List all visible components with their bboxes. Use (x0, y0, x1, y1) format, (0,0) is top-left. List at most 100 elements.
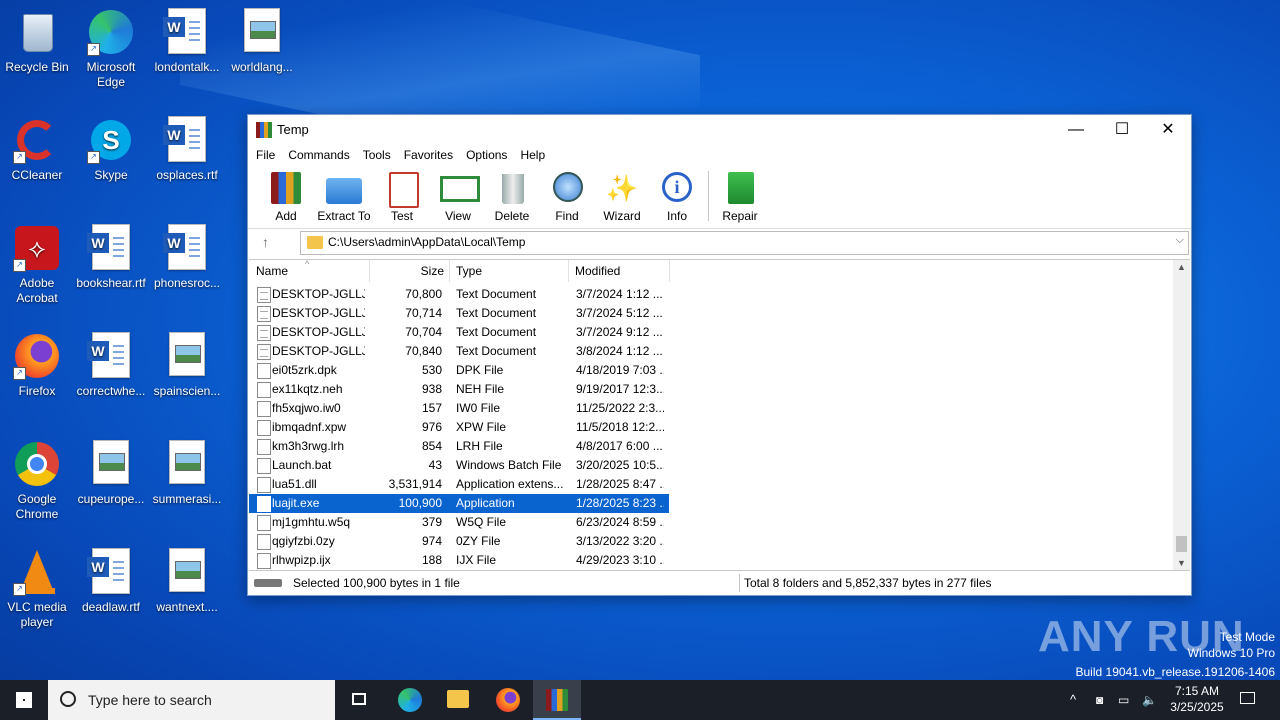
desktop-icon-cupeurope[interactable]: cupeurope... (74, 434, 148, 507)
desktop-icon-adobe-acrobat[interactable]: ⟡ ↗ Adobe Acrobat (0, 218, 74, 306)
table-row[interactable]: ex11kqtz.neh 938 NEH File 9/19/2017 12:3... (249, 380, 669, 399)
table-row[interactable]: DESKTOP-JGLLJ... 70,800 Text Document 3/7/2… (249, 285, 669, 304)
taskbar-winrar[interactable] (533, 680, 581, 720)
address-bar: ↑ C:\Users\admin\AppData\Local\Temp ⌵ (248, 228, 1191, 257)
desktop-icon-deadlaw[interactable]: W deadlaw.rtf (74, 542, 148, 615)
table-row[interactable]: km3h3rwg.lrh 854 LRH File 4/8/2017 6:00 ... (249, 437, 669, 456)
desktop-icon-vlc[interactable]: ↗ VLC media player (0, 542, 74, 630)
menu-help[interactable]: Help (515, 145, 550, 165)
cell-modified: 1/28/2025 8:47 ... (576, 477, 664, 491)
cell-size: 188 (421, 553, 442, 567)
table-row[interactable]: luajit.exe 100,900 Application 1/28/2025 8:… (249, 494, 669, 513)
menu-options[interactable]: Options (461, 145, 512, 165)
info-button[interactable]: i Info (658, 170, 696, 223)
image-file-icon (87, 440, 135, 488)
table-row[interactable]: fh5xqjwo.iw0 157 IW0 File 11/25/2022 2:3... (249, 399, 669, 418)
recycle-bin-icon (13, 8, 61, 56)
wizard-button[interactable]: ✨ Wizard (602, 170, 642, 223)
taskbar-file-explorer[interactable] (434, 680, 482, 720)
cell-name: DESKTOP-JGLLJ... (272, 344, 365, 358)
column-header-size[interactable]: Size (369, 260, 450, 282)
clock[interactable]: 7:15 AM 3/25/2025 (1166, 680, 1228, 720)
start-button[interactable] (0, 680, 48, 720)
table-row[interactable]: DESKTOP-JGLLJ... 70,714 Text Document 3/7/2… (249, 304, 669, 323)
add-button[interactable]: Add (266, 170, 306, 223)
close-button[interactable]: ✕ (1145, 115, 1191, 145)
taskbar-firefox[interactable] (484, 680, 532, 720)
cell-name: ei0t5zrk.dpk (272, 363, 337, 377)
column-header-name[interactable]: Name ^ (249, 260, 370, 282)
magic-wand-icon: ✨ (605, 173, 639, 203)
word-document-icon: W (87, 548, 135, 596)
up-arrow-icon[interactable]: ↑ (262, 234, 269, 250)
menu-favorites[interactable]: Favorites (399, 145, 458, 165)
security-icon[interactable]: ◙ (1096, 680, 1110, 720)
desktop-icon-microsoft-edge[interactable]: ↗ Microsoft Edge (74, 2, 148, 90)
maximize-button[interactable]: ☐ (1099, 115, 1145, 145)
desktop-icon-skype[interactable]: S ↗ Skype (74, 110, 148, 183)
desktop-icon-firefox[interactable]: ↗ Firefox (0, 326, 74, 399)
desktop-icon-bookshear[interactable]: W bookshear.rtf (74, 218, 148, 291)
delete-button[interactable]: Delete (492, 170, 532, 223)
table-row[interactable]: DESKTOP-JGLLJ... 70,840 Text Document 3/8/2… (249, 342, 669, 361)
table-row[interactable]: mj1gmhtu.w5q 379 W5Q File 6/23/2024 8:59 ..… (249, 513, 669, 532)
desktop-icon-wantnext[interactable]: wantnext.... (150, 542, 224, 615)
desktop-icon-google-chrome[interactable]: Google Chrome (0, 434, 74, 522)
extract-to-button[interactable]: Extract To (316, 170, 372, 223)
desktop-icon-summerasi[interactable]: summerasi... (150, 434, 224, 507)
word-document-icon: W (163, 116, 211, 164)
desktop-icon-spainscien[interactable]: spainscien... (150, 326, 224, 399)
desktop-icon-osplaces[interactable]: W osplaces.rtf (150, 110, 224, 183)
taskbar-edge[interactable] (386, 680, 434, 720)
table-row[interactable]: qgiyfzbi.0zy 974 0ZY File 3/13/2022 3:20 ..… (249, 532, 669, 551)
cell-name: ex11kqtz.neh (272, 382, 343, 396)
windows-edition-text: Windows 10 Pro (1187, 646, 1275, 660)
scroll-up-icon[interactable]: ▲ (1177, 262, 1186, 272)
task-view-icon (352, 693, 366, 705)
cell-type: Application extens... (456, 477, 564, 491)
desktop-icon-londontalk[interactable]: W londontalk... (150, 2, 224, 75)
find-button[interactable]: Find (548, 170, 586, 223)
notifications-button[interactable] (1236, 680, 1260, 720)
desktop-icon-phonesroc[interactable]: W phonesroc... (150, 218, 224, 291)
menu-commands[interactable]: Commands (283, 145, 354, 165)
cell-modified: 4/8/2017 6:00 ... (576, 439, 663, 453)
table-row[interactable]: ei0t5zrk.dpk 530 DPK File 4/18/2019 7:03 ..… (249, 361, 669, 380)
taskbar: Type here to search ^ ◙ ▭ 🔈 7:15 AM 3/25… (0, 680, 1280, 720)
table-row[interactable]: DESKTOP-JGLLJ... 70,704 Text Document 3/7/2… (249, 323, 669, 342)
desktop-icon-recycle-bin[interactable]: Recycle Bin (0, 2, 74, 75)
desktop-icon-label: Adobe Acrobat (16, 276, 58, 305)
table-row[interactable]: ibmqadnf.xpw 976 XPW File 11/5/2018 12:2... (249, 418, 669, 437)
menu-file[interactable]: File (251, 145, 280, 165)
scroll-down-icon[interactable]: ▼ (1177, 558, 1186, 568)
volume-icon[interactable]: 🔈 (1142, 680, 1160, 720)
desktop-icon-correctwhe[interactable]: W correctwhe... (74, 326, 148, 399)
column-header-modified[interactable]: Modified (569, 260, 670, 282)
taskbar-search-box[interactable]: Type here to search (48, 680, 335, 720)
path-field[interactable]: C:\Users\admin\AppData\Local\Temp ⌵ (300, 231, 1189, 255)
delete-label: Delete (494, 209, 530, 223)
minimize-button[interactable]: — (1053, 115, 1099, 145)
menu-tools[interactable]: Tools (358, 145, 396, 165)
column-header-type[interactable]: Type (450, 260, 569, 282)
table-row[interactable]: Launch.bat 43 Windows Batch File 3/20/2025 … (249, 456, 669, 475)
cell-name: DESKTOP-JGLLJ... (272, 287, 365, 301)
show-hidden-icons-chevron-icon[interactable]: ^ (1070, 680, 1088, 720)
title-bar[interactable]: Temp — ☐ ✕ (248, 115, 1191, 145)
word-document-icon: W (87, 224, 135, 272)
table-row[interactable]: rlhwpizp.ijx 188 IJX File 4/29/2023 3:10 ..… (249, 551, 669, 570)
desktop-icon-label: Google Chrome (15, 492, 59, 521)
table-row[interactable]: lua51.dll 3,531,914 Application extens... 1… (249, 475, 669, 494)
scrollbar-thumb[interactable] (1176, 536, 1187, 552)
repair-button[interactable]: Repair (720, 170, 760, 223)
chevron-down-icon[interactable]: ⌵ (1176, 234, 1184, 247)
task-view-button[interactable] (336, 680, 384, 720)
desktop-icon-ccleaner[interactable]: ↗ CCleaner (0, 110, 74, 183)
file-icon (257, 363, 271, 379)
view-button[interactable]: View (436, 170, 480, 223)
test-button[interactable]: Test (384, 170, 420, 223)
desktop-icon-worldlang[interactable]: worldlang... (225, 2, 299, 75)
network-icon[interactable]: ▭ (1118, 680, 1136, 720)
cell-modified: 3/7/2024 5:12 ... (576, 306, 663, 320)
vertical-scrollbar[interactable]: ▲ ▼ (1173, 260, 1190, 570)
